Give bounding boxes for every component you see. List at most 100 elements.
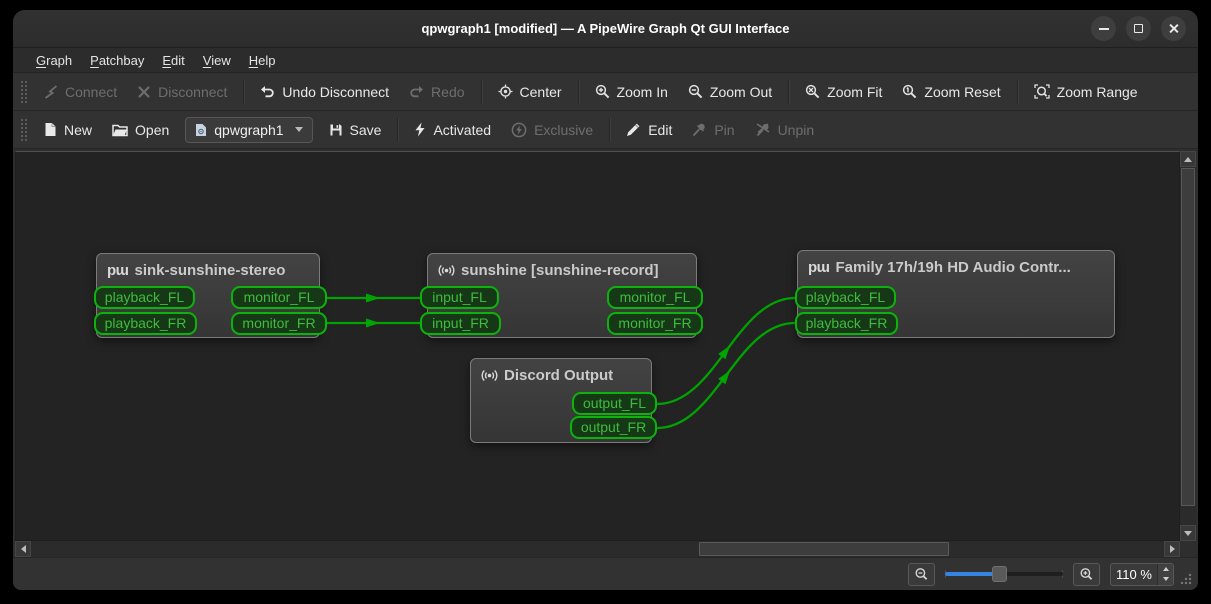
horizontal-scrollbar[interactable] bbox=[15, 541, 1180, 557]
connection-wires[interactable] bbox=[16, 152, 1178, 541]
redo-button[interactable]: Redo bbox=[399, 78, 474, 106]
disconnect-icon bbox=[138, 85, 150, 98]
scroll-down-button[interactable] bbox=[1180, 525, 1196, 541]
zoom-fit-icon bbox=[806, 84, 820, 99]
port-in[interactable]: input_FR bbox=[420, 312, 501, 335]
toolbar-separator bbox=[577, 79, 579, 104]
toolbar-separator bbox=[609, 117, 611, 142]
window-controls bbox=[1091, 10, 1186, 47]
edit-pencil-icon bbox=[627, 123, 640, 136]
new-button[interactable]: New bbox=[34, 116, 102, 144]
port-out[interactable]: output_FR bbox=[570, 416, 657, 439]
activated-bolt-icon bbox=[415, 122, 425, 137]
graph-main-area: pɯ sink-sunshine-stereo playback_FL play… bbox=[13, 149, 1198, 557]
spin-down-button[interactable] bbox=[1158, 574, 1173, 585]
exclusive-button[interactable]: Exclusive bbox=[501, 116, 603, 144]
port-in[interactable]: input_FL bbox=[420, 286, 499, 309]
menu-help[interactable]: Help bbox=[240, 50, 285, 71]
open-button[interactable]: Open bbox=[102, 116, 179, 144]
close-icon bbox=[1168, 23, 1179, 34]
statusbar: 110 % bbox=[13, 557, 1198, 590]
zoom-in-icon bbox=[1080, 567, 1093, 580]
zoom-percent-spinbox[interactable]: 110 % bbox=[1110, 562, 1174, 586]
zoom-slider-fill bbox=[945, 572, 997, 576]
zoom-slider-handle[interactable] bbox=[992, 566, 1007, 582]
patchbay-file-icon bbox=[196, 123, 207, 136]
port-out[interactable]: monitor_FL bbox=[231, 286, 327, 309]
patchbay-combobox-value: qpwgraph1 bbox=[214, 121, 284, 138]
open-folder-icon bbox=[112, 124, 128, 136]
port-out[interactable]: monitor_FR bbox=[607, 312, 703, 335]
zoom-out-icon bbox=[688, 84, 703, 99]
maximize-button[interactable] bbox=[1126, 16, 1151, 41]
close-button[interactable] bbox=[1161, 16, 1186, 41]
toolbar-drag-handle[interactable] bbox=[20, 117, 27, 142]
window-resize-grip[interactable] bbox=[1179, 572, 1193, 586]
port-in[interactable]: playback_FR bbox=[94, 312, 197, 335]
toolbar-drag-handle[interactable] bbox=[20, 79, 27, 104]
toolbar-separator bbox=[480, 79, 482, 104]
redo-icon bbox=[410, 85, 424, 97]
scroll-up-button[interactable] bbox=[1180, 151, 1196, 167]
horizontal-scrollbar-thumb[interactable] bbox=[699, 542, 949, 556]
graph-canvas[interactable]: pɯ sink-sunshine-stereo playback_FL play… bbox=[15, 151, 1180, 541]
zoom-slider[interactable] bbox=[945, 564, 1063, 584]
broadcast-icon bbox=[481, 370, 498, 381]
zoom-range-button[interactable]: Zoom Range bbox=[1024, 78, 1148, 106]
new-file-icon bbox=[45, 123, 56, 136]
broadcast-icon bbox=[438, 265, 455, 276]
menu-edit[interactable]: Edit bbox=[153, 50, 193, 71]
edit-button[interactable]: Edit bbox=[616, 116, 682, 144]
menu-graph[interactable]: Graph bbox=[27, 50, 81, 71]
arrow-down-icon bbox=[1184, 530, 1192, 536]
maximize-icon bbox=[1134, 24, 1143, 33]
unpin-icon bbox=[756, 123, 770, 137]
menu-patchbay[interactable]: Patchbay bbox=[81, 50, 153, 71]
arrow-up-icon bbox=[1184, 156, 1192, 162]
minimize-icon bbox=[1098, 27, 1109, 30]
undo-disconnect-button[interactable]: Undo Disconnect bbox=[250, 78, 399, 106]
toolbar-separator bbox=[243, 79, 245, 104]
statusbar-zoom-in-button[interactable] bbox=[1073, 562, 1100, 586]
zoom-out-button[interactable]: Zoom Out bbox=[678, 78, 782, 106]
zoom-reset-button[interactable]: Zoom Reset bbox=[892, 78, 1010, 106]
port-in[interactable]: playback_FR bbox=[795, 312, 898, 335]
unpin-button[interactable]: Unpin bbox=[745, 116, 825, 144]
port-out[interactable]: monitor_FL bbox=[607, 286, 703, 309]
canvas-frame: pɯ sink-sunshine-stereo playback_FL play… bbox=[15, 151, 1196, 557]
port-in[interactable]: playback_FL bbox=[94, 286, 195, 309]
node-title: Family 17h/19h HD Audio Contr... bbox=[835, 259, 1071, 276]
port-out[interactable]: monitor_FR bbox=[231, 312, 327, 335]
port-in[interactable]: playback_FL bbox=[795, 286, 896, 309]
pin-button[interactable]: Pin bbox=[682, 116, 744, 144]
node-title: sink-sunshine-stereo bbox=[134, 262, 286, 279]
vertical-scrollbar[interactable] bbox=[1180, 151, 1196, 541]
spin-up-button[interactable] bbox=[1158, 564, 1173, 575]
zoom-in-icon bbox=[595, 84, 609, 99]
connect-button[interactable]: Connect bbox=[34, 78, 127, 106]
zoom-reset-icon bbox=[903, 84, 917, 99]
zoom-fit-button[interactable]: Zoom Fit bbox=[795, 78, 892, 106]
toolbar-separator bbox=[397, 117, 399, 142]
activated-button[interactable]: Activated bbox=[404, 116, 501, 144]
minimize-button[interactable] bbox=[1091, 16, 1116, 41]
menu-view[interactable]: View bbox=[194, 50, 240, 71]
center-icon bbox=[498, 84, 513, 99]
zoom-in-button[interactable]: Zoom In bbox=[585, 78, 678, 106]
scrollbar-corner bbox=[1180, 541, 1196, 557]
disconnect-button[interactable]: Disconnect bbox=[127, 78, 237, 106]
port-out[interactable]: output_FL bbox=[572, 392, 657, 415]
vertical-scrollbar-thumb[interactable] bbox=[1181, 168, 1195, 506]
menubar: Graph Patchbay Edit View Help bbox=[13, 48, 1198, 73]
save-button[interactable]: Save bbox=[319, 116, 392, 144]
scroll-left-button[interactable] bbox=[15, 541, 31, 557]
center-button[interactable]: Center bbox=[488, 78, 572, 106]
scroll-right-button[interactable] bbox=[1164, 541, 1180, 557]
undo-icon bbox=[261, 85, 275, 97]
patchbay-combobox[interactable]: qpwgraph1 bbox=[185, 116, 313, 143]
toolbar-separator bbox=[1016, 79, 1018, 104]
chevron-down-icon bbox=[294, 127, 303, 132]
statusbar-zoom-out-button[interactable] bbox=[908, 562, 935, 586]
arrow-left-icon bbox=[20, 545, 26, 553]
titlebar[interactable]: qpwgraph1 [modified] — A PipeWire Graph … bbox=[13, 10, 1198, 48]
